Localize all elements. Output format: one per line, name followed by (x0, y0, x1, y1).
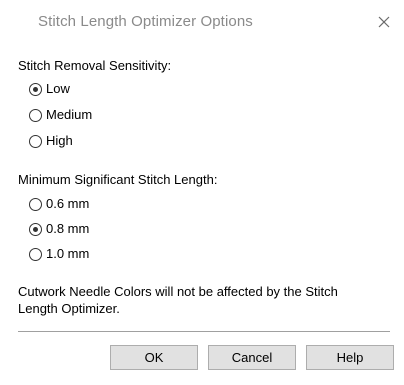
radio-button-checked[interactable] (29, 82, 42, 96)
close-icon (378, 16, 390, 28)
cutwork-note: Cutwork Needle Colors will not be affect… (18, 284, 338, 316)
radio-button[interactable] (29, 247, 42, 261)
radio-button[interactable] (29, 134, 42, 148)
radio-label: 1.0 mm (46, 246, 90, 261)
radio-button-checked[interactable] (29, 222, 42, 236)
divider (18, 331, 390, 332)
close-button[interactable] (374, 12, 394, 32)
dialog-title: Stitch Length Optimizer Options (38, 13, 253, 30)
sensitivity-high-radio[interactable]: High (29, 132, 73, 150)
min-length-0-6-radio[interactable]: 0.6 mm (29, 195, 89, 213)
min-length-1-0-radio[interactable]: 1.0 mm (29, 245, 89, 263)
min-length-0-8-radio[interactable]: 0.8 mm (29, 220, 89, 238)
radio-label: 0.6 mm (46, 196, 90, 211)
radio-label: 0.8 mm (46, 221, 90, 236)
min-length-group-label: Minimum Significant Stitch Length: (18, 172, 218, 187)
radio-label: Low (46, 81, 70, 96)
cancel-button[interactable]: Cancel (208, 345, 296, 370)
help-button[interactable]: Help (306, 345, 394, 370)
ok-button[interactable]: OK (110, 345, 198, 370)
title-bar: Stitch Length Optimizer Options (0, 0, 404, 44)
sensitivity-group-label: Stitch Removal Sensitivity: (18, 58, 172, 73)
radio-button[interactable] (29, 108, 42, 122)
stitch-length-optimizer-dialog: Stitch Length Optimizer Options Stitch R… (0, 0, 404, 385)
sensitivity-medium-radio[interactable]: Medium (29, 106, 92, 124)
radio-label: High (46, 133, 73, 148)
sensitivity-low-radio[interactable]: Low (29, 80, 70, 98)
radio-label: Medium (46, 107, 93, 122)
radio-button[interactable] (29, 197, 42, 211)
